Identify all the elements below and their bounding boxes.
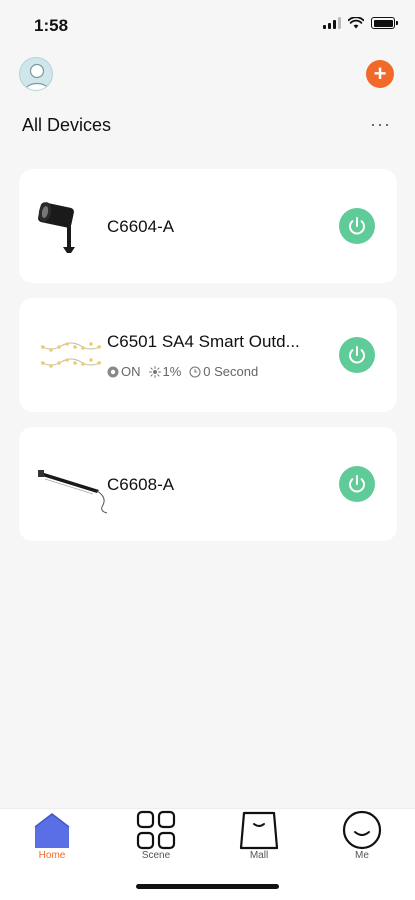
power-state-text: ON: [121, 364, 141, 379]
status-bar: 1:58: [0, 0, 415, 50]
tab-me-label: Me: [355, 850, 369, 861]
power-icon: [349, 346, 365, 364]
cellular-signal-icon: [323, 17, 341, 29]
tab-me[interactable]: Me: [327, 809, 397, 869]
power-icon: [349, 217, 365, 235]
timer-text: 0 Second: [203, 364, 259, 379]
power-button[interactable]: [339, 466, 375, 502]
power-button[interactable]: [339, 337, 375, 373]
more-options-button[interactable]: ···: [370, 114, 391, 135]
tab-home-label: Home: [38, 850, 66, 861]
page-title: All Devices: [22, 115, 112, 135]
device-card[interactable]: C6608-A: [19, 427, 397, 541]
spotlight-icon: [38, 202, 75, 253]
power-status: ON: [107, 364, 141, 379]
device-name: C6501 SA4 Smart Outd...: [107, 332, 300, 351]
power-icon: [349, 475, 365, 493]
grid-icon: [136, 810, 176, 850]
tab-scene-label: Scene: [141, 850, 171, 861]
device-card[interactable]: C6501 SA4 Smart Outd... ON 1% 0 Second: [19, 298, 397, 412]
device-card[interactable]: C6604-A: [19, 169, 397, 283]
wifi-icon: [348, 17, 364, 29]
brightness-icon: [148, 365, 161, 378]
status-icons: [323, 17, 398, 29]
tab-mall-label: Mall: [249, 850, 269, 861]
user-avatar-icon: [24, 63, 50, 90]
wall-light-bar-icon: [38, 470, 108, 514]
add-device-button[interactable]: +: [366, 60, 394, 88]
brightness-text: 1%: [162, 364, 182, 379]
avatar[interactable]: [19, 57, 53, 91]
home-indicator: [136, 884, 279, 889]
home-icon: [34, 813, 70, 848]
power-button[interactable]: [339, 208, 375, 244]
clock-icon: [189, 365, 201, 378]
timer-status: 0 Second: [189, 364, 258, 379]
tab-home[interactable]: Home: [17, 809, 87, 869]
tab-mall[interactable]: Mall: [224, 809, 294, 869]
tab-scene[interactable]: Scene: [121, 809, 191, 869]
device-status-row: ON 1% 0 Second: [107, 364, 258, 379]
device-name: C6604-A: [107, 217, 175, 236]
power-state-icon: [107, 366, 119, 377]
string-lights-icon: [40, 342, 102, 368]
battery-icon: [371, 17, 398, 29]
smiley-icon: [342, 810, 382, 850]
status-time: 1:58: [34, 16, 69, 35]
brightness-status: 1%: [148, 364, 182, 379]
device-name: C6608-A: [107, 475, 175, 494]
bag-icon: [239, 811, 279, 850]
